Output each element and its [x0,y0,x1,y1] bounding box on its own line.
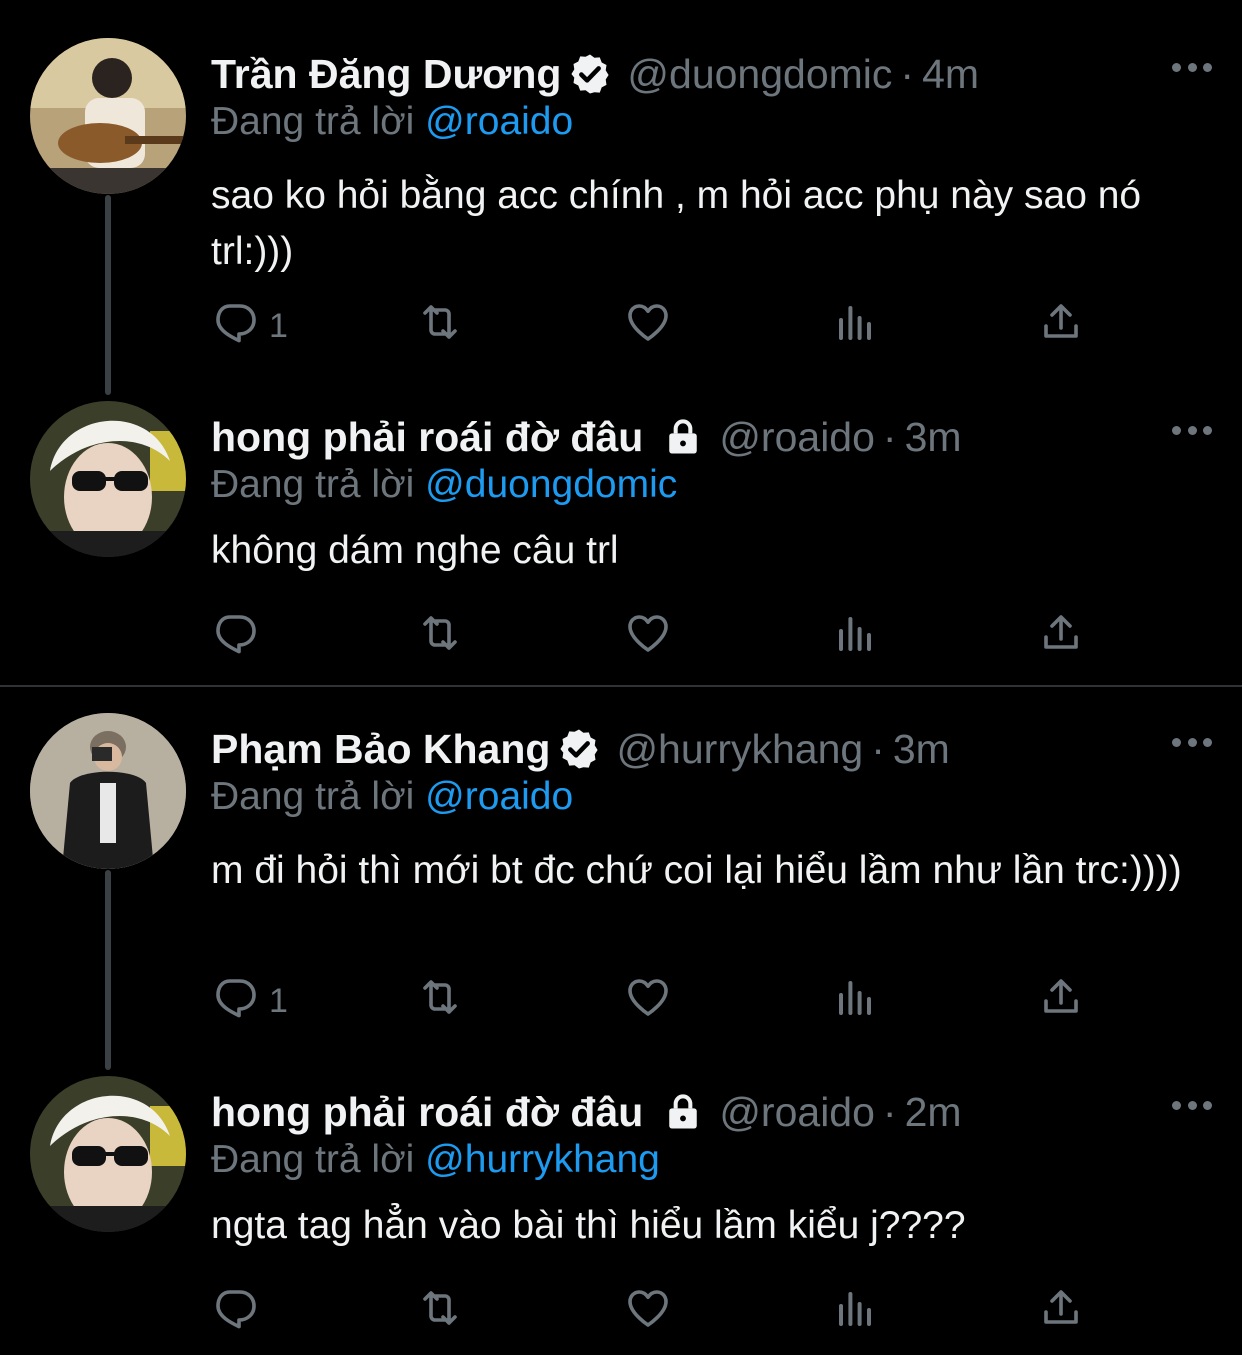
share-icon [1037,298,1085,355]
retweet-icon [416,298,464,355]
retweet-icon [416,1284,464,1341]
verified-badge-icon [556,726,602,772]
tweet-header: Phạm Bảo Khang @hurrykhang · 3m [211,719,1152,779]
tweet-text: m đi hỏi thì mới bt đc chứ coi lại hiểu … [211,849,1182,892]
mention-link[interactable]: @roaido [425,775,573,818]
reply-button[interactable]: 1 [211,975,288,1027]
separator-dot: · [900,50,915,97]
display-name[interactable]: hong phải roái đờ đâu [211,1089,643,1136]
replying-to: Đang trả lời @roaido [211,100,573,144]
retweet-button[interactable] [416,300,464,352]
avatar[interactable] [30,1076,186,1232]
share-button[interactable] [1037,1286,1085,1338]
views-icon [831,1284,879,1341]
like-button[interactable] [624,1286,672,1338]
reply-button[interactable] [211,1286,269,1338]
share-button[interactable] [1037,300,1085,352]
lock-icon [661,415,705,459]
avatar[interactable] [30,713,186,869]
verified-badge-icon [567,51,613,97]
share-icon [1037,609,1085,666]
user-handle[interactable]: @duongdomic [627,51,892,98]
more-icon[interactable] [1172,1090,1212,1120]
tweet[interactable]: Phạm Bảo Khang @hurrykhang · 3m Đang trả… [0,713,1242,1043]
tweet[interactable]: hong phải roái đờ đâu @roaido · 2m Đang … [0,1076,1242,1355]
views-icon [831,973,879,1030]
separator-dot: · [871,725,885,772]
tweet-header: hong phải roái đờ đâu @roaido · 2m [211,1082,1152,1142]
like-icon [624,609,672,666]
replying-to: Đang trả lời @roaido [211,775,573,819]
more-icon[interactable] [1172,52,1212,82]
reply-count: 1 [269,981,288,1020]
like-icon [624,1284,672,1341]
reply-button[interactable] [211,611,269,663]
retweet-icon [416,973,464,1030]
tweet[interactable]: hong phải roái đờ đâu @roaido · 3m Đang … [0,401,1242,681]
tweet-actions: 1 [211,300,1091,352]
retweet-button[interactable] [416,975,464,1027]
reply-button[interactable]: 1 [211,300,288,352]
replying-to-label: Đang trả lời [211,1138,415,1181]
views-button[interactable] [831,1286,879,1338]
retweet-icon [416,609,464,666]
user-handle[interactable]: @hurrykhang [616,726,863,773]
retweet-button[interactable] [416,1286,464,1338]
retweet-button[interactable] [416,611,464,663]
reply-icon [211,973,259,1030]
reply-icon [211,298,259,355]
replying-to-label: Đang trả lời [211,463,415,506]
replying-to-label: Đang trả lời [211,100,415,143]
reply-count: 1 [269,306,288,345]
replying-to: Đang trả lời @duongdomic [211,463,677,507]
user-handle[interactable]: @roaido [719,414,875,461]
share-button[interactable] [1037,975,1085,1027]
avatar[interactable] [30,38,186,194]
lock-icon [661,1090,705,1134]
more-icon[interactable] [1172,727,1212,757]
avatar[interactable] [30,401,186,557]
tweet-header: Trần Đăng Dương @duongdomic · 4m [211,44,1152,104]
views-icon [831,609,879,666]
like-button[interactable] [624,975,672,1027]
views-button[interactable] [831,611,879,663]
display-name[interactable]: Phạm Bảo Khang [211,726,550,773]
tweet-text: ngta tag hẳn vào bài thì hiểu lầm kiểu j… [211,1204,966,1247]
mention-link[interactable]: @roaido [425,100,573,143]
display-name[interactable]: Trần Đăng Dương [211,51,561,98]
like-button[interactable] [624,611,672,663]
replying-to: Đang trả lời @hurrykhang [211,1138,660,1182]
share-button[interactable] [1037,611,1085,663]
tweet-actions [211,611,1091,663]
mention-link[interactable]: @duongdomic [425,463,677,506]
conversation-separator [0,685,1242,687]
mention-link[interactable]: @hurrykhang [425,1138,660,1181]
separator-dot: · [882,1088,897,1135]
reply-icon [211,609,259,666]
like-button[interactable] [624,300,672,352]
share-icon [1037,973,1085,1030]
separator-dot: · [882,413,897,460]
tweet-header: hong phải roái đờ đâu @roaido · 3m [211,407,1152,467]
tweet-actions [211,1286,1091,1338]
more-icon[interactable] [1172,415,1212,445]
user-handle[interactable]: @roaido [719,1089,875,1136]
like-icon [624,298,672,355]
views-icon [831,298,879,355]
timestamp[interactable]: 4m [922,51,979,98]
reply-icon [211,1284,259,1341]
replying-to-label: Đang trả lời [211,775,415,818]
views-button[interactable] [831,975,879,1027]
tweet-text: không dám nghe câu trl [211,529,619,572]
display-name[interactable]: hong phải roái đờ đâu [211,414,643,461]
timestamp[interactable]: 3m [905,414,962,461]
tweet-actions: 1 [211,975,1091,1027]
timestamp[interactable]: 2m [905,1089,962,1136]
share-icon [1037,1284,1085,1341]
tweet[interactable]: Trần Đăng Dương @duongdomic · 4m Đang tr… [0,38,1242,368]
tweet-text: sao ko hỏi bằng acc chính , m hỏi acc ph… [211,174,1142,273]
timestamp[interactable]: 3m [893,726,950,773]
like-icon [624,973,672,1030]
views-button[interactable] [831,300,879,352]
